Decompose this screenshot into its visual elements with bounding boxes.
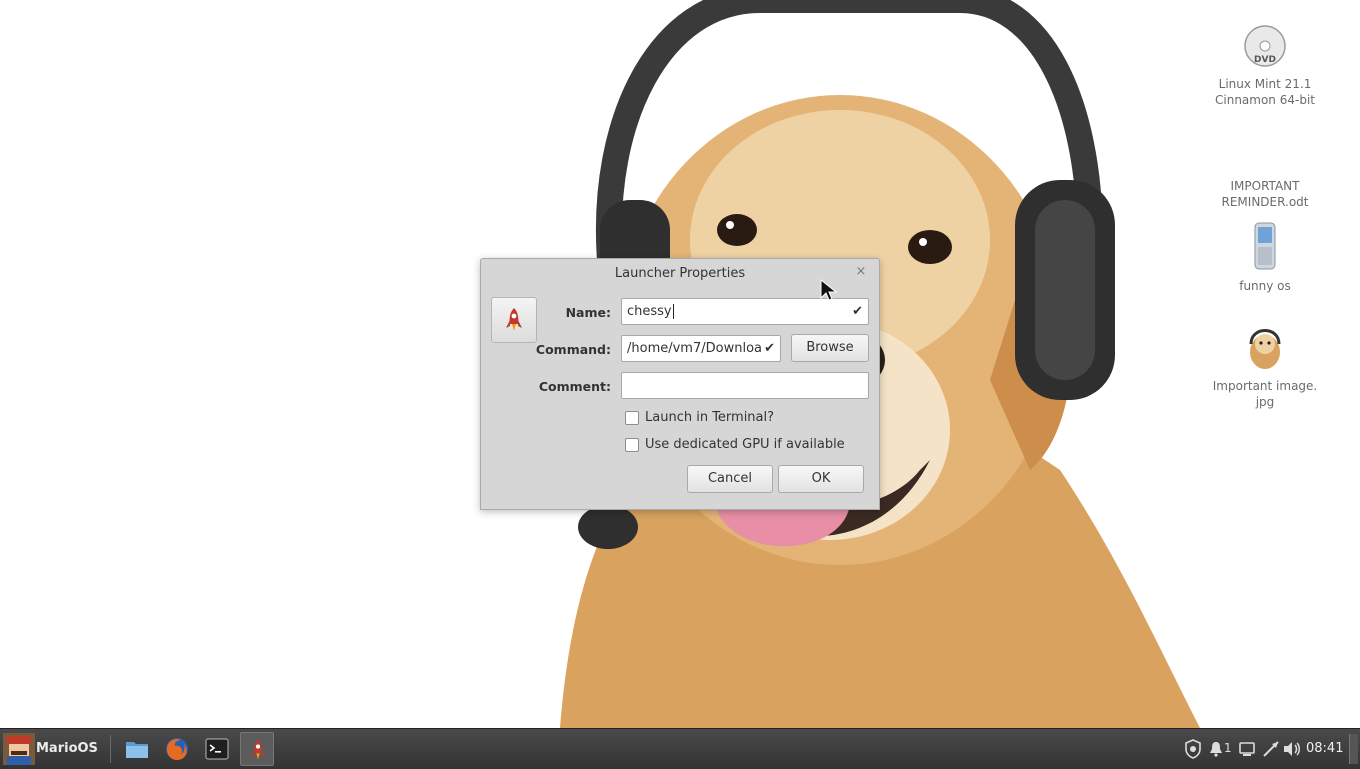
launcher-icon-button[interactable] [491,297,537,343]
mario-avatar-icon [3,733,35,765]
start-menu-button[interactable]: MarioOS [0,731,104,767]
volume-icon[interactable] [1282,739,1302,759]
clock[interactable]: 08:41 [1306,741,1343,756]
check-icon: ✔ [762,336,775,361]
show-desktop-button[interactable] [1349,734,1358,764]
dedicated-gpu-checkbox[interactable] [625,438,639,452]
check-icon: ✔ [852,304,863,319]
svg-text:DVD: DVD [1254,55,1276,65]
desktop-icon-label: IMPORTANT REMINDER.odt [1221,179,1309,209]
command-field[interactable]: /home/vm7/Downloa ✔ [621,335,781,362]
desktop-icon-funny-os[interactable]: funny os [1205,222,1325,294]
taskbar-app-files[interactable] [120,732,154,766]
cancel-button[interactable]: Cancel [687,465,773,493]
mouse-cursor-icon [820,279,838,301]
desktop-icon-label: Linux Mint 21.1 Cinnamon 64-bit [1215,77,1315,107]
document-icon [1247,126,1283,170]
desktop-icon-document[interactable]: IMPORTANT REMINDER.odt [1205,126,1325,210]
terminal-icon [205,738,229,760]
taskbar: MarioOS 1 08:41 [0,728,1360,769]
name-field-value: chessy [627,304,672,319]
dedicated-gpu-label: Use dedicated GPU if available [645,437,845,452]
name-label: Name: [565,305,611,320]
command-label: Command: [535,342,611,357]
comment-field[interactable] [621,372,869,399]
browse-button[interactable]: Browse [791,334,869,362]
desktop-icon-label: funny os [1239,279,1291,293]
taskbar-app-terminal[interactable] [200,732,234,766]
taskbar-app-launcher-properties[interactable] [240,732,274,766]
launch-in-terminal-checkbox[interactable] [625,411,639,425]
notification-count: 1 [1224,741,1232,755]
launch-in-terminal-label: Launch in Terminal? [645,410,775,425]
shield-icon[interactable] [1184,739,1202,759]
desktop-icon-image[interactable]: Important image. jpg [1205,322,1325,410]
network-icon[interactable] [1262,739,1280,759]
display-icon[interactable] [1238,739,1256,759]
text-caret [672,304,674,319]
firefox-icon [166,738,188,760]
comment-label: Comment: [538,379,611,394]
file-manager-icon [126,742,148,758]
desktop-icon-dvd[interactable]: DVD Linux Mint 21.1 Cinnamon 64-bit [1205,24,1325,108]
taskbar-app-firefox[interactable] [160,732,194,766]
menu-label: MarioOS [36,741,98,756]
phone-icon [1254,222,1276,270]
desktop-icon-label: Important image. jpg [1212,379,1318,409]
notification-bell-icon[interactable] [1209,739,1223,759]
ok-button[interactable]: OK [778,465,864,493]
image-icon [1249,329,1281,369]
command-field-value: /home/vm7/Downloa [627,341,762,356]
dvd-icon: DVD [1244,25,1286,67]
close-button[interactable]: × [853,264,869,282]
launcher-rocket-icon [251,739,265,760]
taskbar-separator [110,735,111,763]
